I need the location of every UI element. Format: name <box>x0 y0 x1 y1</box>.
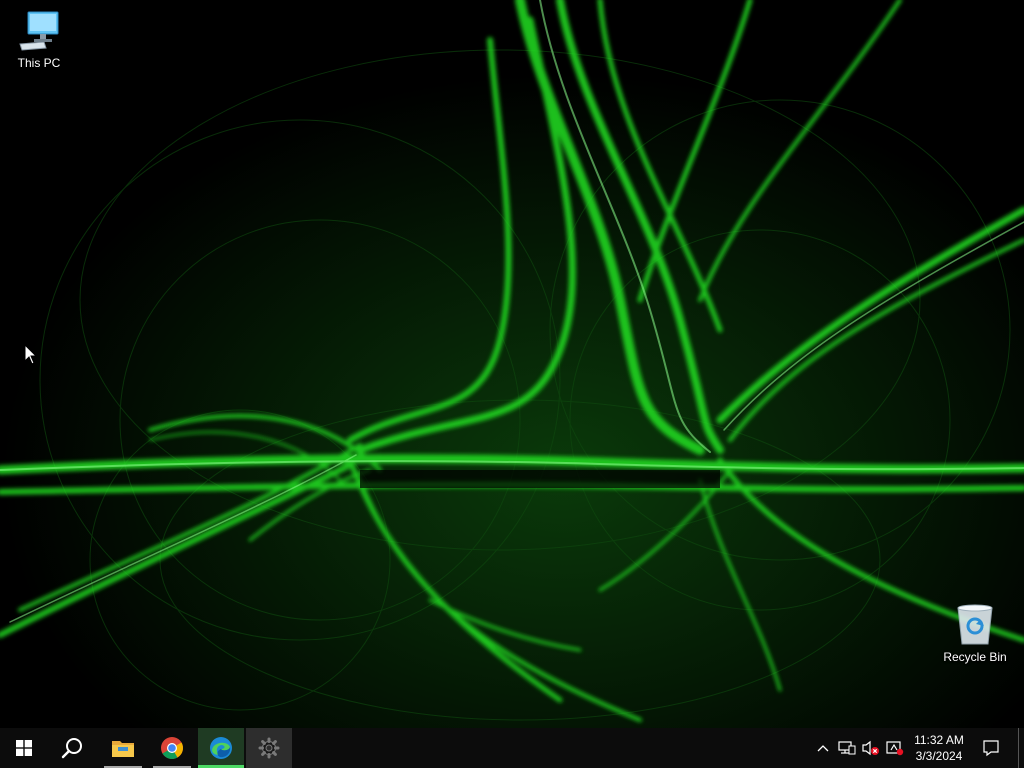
taskbar: 11:32 AM 3/3/2024 <box>0 728 1024 768</box>
action-center-button[interactable] <box>976 728 1006 768</box>
chrome-button[interactable] <box>149 728 195 768</box>
desktop-icon-recycle-bin[interactable]: Recycle Bin <box>937 602 1013 664</box>
desktop-icon-label: This PC <box>17 56 61 70</box>
edge-icon <box>210 737 232 759</box>
settings-button[interactable] <box>246 728 292 768</box>
network-icon <box>838 741 856 755</box>
clock-date: 3/3/2024 <box>915 749 963 763</box>
folder-icon <box>112 741 134 757</box>
notification-icon <box>983 740 999 757</box>
show-desktop-button[interactable] <box>1018 728 1024 768</box>
clock-button[interactable]: 11:32 AM 3/3/2024 <box>906 728 972 768</box>
wallpaper-fractal <box>0 0 1024 728</box>
ime-icon <box>886 741 904 756</box>
volume-button[interactable] <box>860 728 882 768</box>
recycle-bin-icon <box>957 604 993 645</box>
desktop-icon-this-pc[interactable]: This PC <box>1 8 77 70</box>
file-explorer-button[interactable] <box>100 728 146 768</box>
search-button[interactable] <box>48 728 96 768</box>
edge-button[interactable] <box>198 728 244 768</box>
search-icon <box>61 738 82 759</box>
chevron-up-icon <box>817 745 829 752</box>
gear-icon <box>258 737 280 759</box>
network-button[interactable] <box>836 728 858 768</box>
input-indicator-button[interactable] <box>884 728 906 768</box>
mouse-cursor-icon <box>24 344 38 365</box>
chrome-icon <box>161 737 183 759</box>
start-button[interactable] <box>0 728 48 768</box>
show-hidden-icons-button[interactable] <box>812 728 834 768</box>
windows-logo-icon <box>16 740 32 756</box>
computer-icon <box>19 11 59 51</box>
desktop-icon-label: Recycle Bin <box>943 650 1007 664</box>
clock-time: 11:32 AM <box>914 733 964 747</box>
volume-muted-icon <box>862 740 879 756</box>
desktop[interactable]: This PC Recycle Bin <box>0 0 1024 728</box>
